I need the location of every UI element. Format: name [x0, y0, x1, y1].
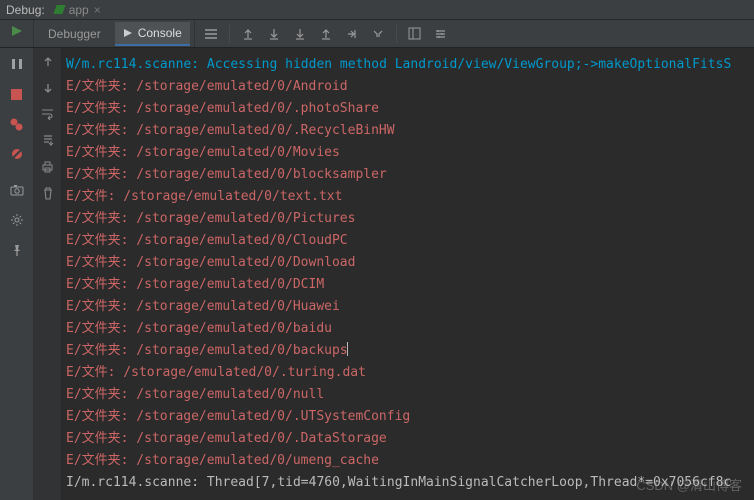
console-line: E/文件夹: /storage/emulated/0/.RecycleBinHW — [66, 120, 750, 142]
down-icon[interactable] — [266, 26, 282, 42]
console-line: E/文件夹: /storage/emulated/0/.DataStorage — [66, 428, 750, 450]
print-icon[interactable] — [41, 161, 54, 173]
icon-strip — [194, 20, 457, 47]
camera-icon[interactable] — [9, 182, 25, 198]
tab-console-label: Console — [138, 26, 182, 40]
console-line: E/文件夹: /storage/emulated/0/Movies — [66, 142, 750, 164]
console-line: E/文件夹: /storage/emulated/0/backups — [66, 340, 750, 362]
console-line: I/m.rc114.scanne: Thread[7,tid=4760,Wait… — [66, 472, 750, 494]
console-line: E/文件夹: /storage/emulated/0/.UTSystemConf… — [66, 406, 750, 428]
tab-debugger[interactable]: Debugger — [40, 23, 109, 45]
breakpoints-icon[interactable] — [9, 116, 25, 132]
console-line: W/m.rc114.scanne: Accessing hidden metho… — [66, 54, 750, 76]
separator — [229, 25, 230, 43]
scroll-end-icon[interactable] — [42, 134, 54, 147]
trash-icon[interactable] — [42, 187, 54, 200]
play-icon — [123, 28, 133, 38]
pause-icon[interactable] — [9, 56, 25, 72]
android-icon — [53, 5, 65, 14]
app-tab-label: app — [69, 3, 89, 17]
separator — [396, 25, 397, 43]
console-line: E/文件夹: /storage/emulated/0/baidu — [66, 318, 750, 340]
main-area: W/m.rc114.scanne: Accessing hidden metho… — [0, 48, 754, 500]
console-line: E/文件: /storage/emulated/0/.turing.dat — [66, 362, 750, 384]
toolbar-row: Debugger Console — [0, 20, 754, 48]
console-line: E/文件夹: /storage/emulated/0/Pictures — [66, 208, 750, 230]
console-line: E/文件夹: /storage/emulated/0/DCIM — [66, 274, 750, 296]
down-arrow-icon[interactable] — [42, 82, 54, 94]
close-icon[interactable]: × — [94, 3, 101, 17]
actions-column — [0, 48, 34, 500]
up2-icon[interactable] — [318, 26, 334, 42]
debug-label: Debug: — [6, 3, 45, 17]
stop-icon[interactable] — [9, 86, 25, 102]
restart-column — [0, 20, 34, 47]
tool-tabs: Debugger Console — [34, 20, 190, 47]
up-arrow-icon[interactable] — [42, 56, 54, 68]
tab-debugger-label: Debugger — [48, 27, 101, 41]
text-cursor — [347, 342, 348, 356]
down2-icon[interactable] — [292, 26, 308, 42]
settings-icon[interactable] — [433, 26, 449, 42]
restart-icon[interactable] — [9, 23, 25, 39]
nav-column — [34, 48, 62, 500]
console-output[interactable]: W/m.rc114.scanne: Accessing hidden metho… — [62, 48, 754, 500]
layout-icon[interactable] — [407, 26, 423, 42]
filter-icon[interactable] — [370, 26, 386, 42]
console-line: E/文件: /storage/emulated/0/text.txt — [66, 186, 750, 208]
app-tab[interactable]: app × — [55, 3, 101, 17]
console-line: E/文件夹: /storage/emulated/0/Download — [66, 252, 750, 274]
console-line: E/文件夹: /storage/emulated/0/umeng_cache — [66, 450, 750, 472]
console-line: E/文件夹: /storage/emulated/0/Huawei — [66, 296, 750, 318]
up-icon[interactable] — [240, 26, 256, 42]
wrap-icon[interactable] — [41, 108, 54, 120]
console-line: E/文件夹: /storage/emulated/0/blocksampler — [66, 164, 750, 186]
console-line: E/文件夹: /storage/emulated/0/Android — [66, 76, 750, 98]
mute-bp-icon[interactable] — [9, 146, 25, 162]
tab-console[interactable]: Console — [115, 22, 190, 46]
menu-icon[interactable] — [203, 26, 219, 42]
console-line: E/文件夹: /storage/emulated/0/null — [66, 384, 750, 406]
export-icon[interactable] — [344, 26, 360, 42]
console-line: E/文件夹: /storage/emulated/0/.photoShare — [66, 98, 750, 120]
pin-icon[interactable] — [9, 242, 25, 258]
top-bar: Debug: app × — [0, 0, 754, 20]
console-line: E/文件夹: /storage/emulated/0/CloudPC — [66, 230, 750, 252]
gear-icon[interactable] — [9, 212, 25, 228]
